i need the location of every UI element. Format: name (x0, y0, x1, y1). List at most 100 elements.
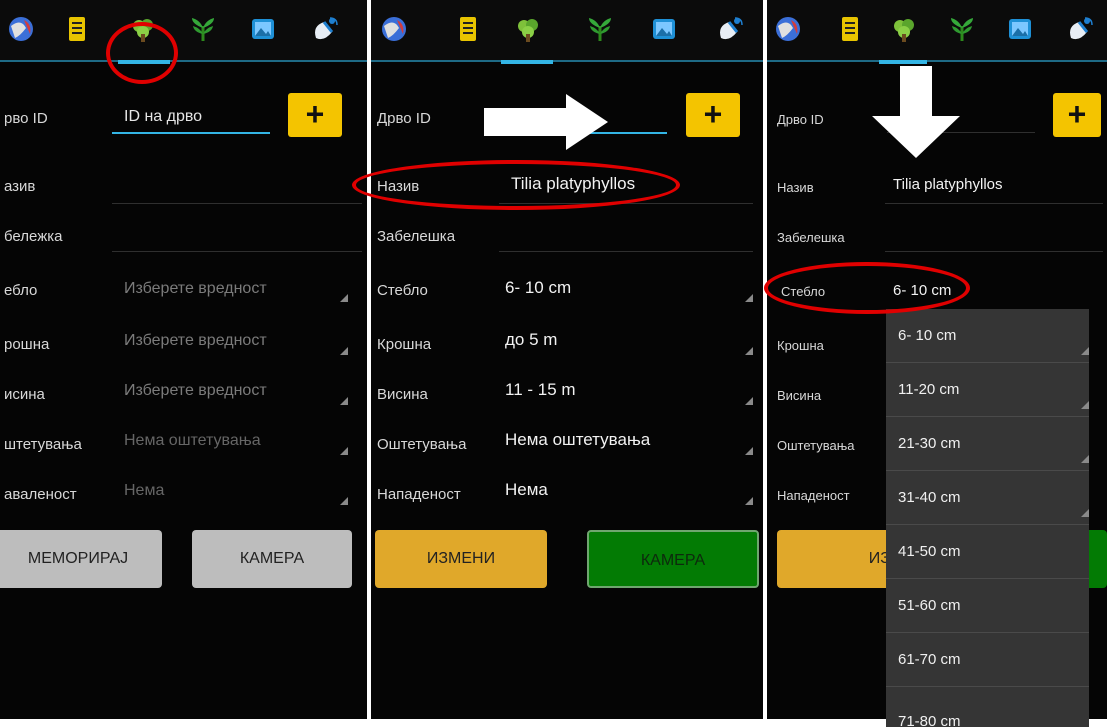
tab-bar-divider (371, 60, 763, 62)
edit-button[interactable]: ИЗМЕНИ (375, 530, 547, 588)
label-crown: рошна (4, 336, 50, 353)
label-note: Забелешка (377, 228, 456, 245)
dropdown-option[interactable]: 31-40 cm (886, 471, 1089, 525)
notes-icon[interactable] (62, 14, 92, 44)
globe-icon[interactable] (6, 14, 36, 44)
arrow-right-icon (484, 94, 608, 150)
dropdown-option[interactable]: 11-20 cm (886, 363, 1089, 417)
label-damage: штетувања (4, 436, 82, 453)
label-height: Висина (777, 388, 822, 403)
add-tree-button[interactable]: + (686, 93, 740, 137)
tree-id-input-underline (112, 132, 270, 134)
image-icon[interactable] (248, 14, 278, 44)
crown-select-caret (340, 347, 348, 355)
dropdown-caret (1081, 455, 1089, 463)
height-select-caret (745, 397, 753, 405)
dropdown-option[interactable]: 71-80 cm (886, 687, 1089, 727)
note-input-underline (885, 251, 1103, 252)
crown-select[interactable]: Изберете вредност (124, 332, 267, 350)
label-infestation: Нападеност (777, 488, 850, 503)
save-button[interactable]: МЕМОРИРАЈ (0, 530, 162, 588)
globe-icon[interactable] (773, 14, 803, 44)
trunk-select-caret (340, 294, 348, 302)
option-label: 61-70 cm (898, 651, 961, 668)
plant-icon[interactable] (188, 14, 218, 44)
dropdown-option[interactable]: 51-60 cm (886, 579, 1089, 633)
panel-new-tree: рво ID ID на дрво + азив бележка ебло Из… (0, 0, 367, 719)
active-tab-indicator (501, 60, 553, 64)
dropdown-option[interactable]: 6- 10 cm (886, 309, 1089, 363)
tree-id-input[interactable]: ID на дрво (124, 108, 202, 126)
crown-select[interactable]: до 5 m (505, 330, 557, 350)
dropdown-caret (1081, 509, 1089, 517)
satellite-icon[interactable] (715, 14, 745, 44)
add-tree-button[interactable]: + (288, 93, 342, 137)
name-input-underline (885, 203, 1103, 204)
infestation-select-caret (340, 497, 348, 505)
image-icon[interactable] (1005, 14, 1035, 44)
tab-bar (767, 0, 1107, 62)
label-note: бележка (4, 228, 63, 245)
damage-select[interactable]: Нема оштетувања (505, 430, 650, 450)
option-label: 21-30 cm (898, 435, 961, 452)
trunk-select[interactable]: 6- 10 cm (505, 278, 571, 298)
label-name: Назив (777, 180, 814, 195)
damage-select-caret (340, 447, 348, 455)
option-label: 11-20 cm (898, 381, 960, 398)
camera-button[interactable]: КАМЕРА (192, 530, 352, 588)
camera-button[interactable]: КАМЕРА (587, 530, 759, 588)
active-tab-indicator (879, 60, 927, 64)
crown-select-caret (745, 347, 753, 355)
highlight-ellipse-tab (106, 22, 178, 84)
height-select[interactable]: Изберете вредност (124, 382, 267, 400)
tree-leaf-icon[interactable] (889, 14, 919, 44)
satellite-icon[interactable] (1065, 14, 1095, 44)
trunk-select-caret (745, 294, 753, 302)
height-select[interactable]: 11 - 15 m (505, 380, 576, 400)
trunk-select[interactable]: Изберете вредност (124, 280, 267, 298)
label-infestation: аваленост (4, 486, 77, 503)
infestation-select[interactable]: Нема (124, 482, 164, 500)
damage-select-caret (745, 447, 753, 455)
name-input[interactable]: Tilia platyphyllos (893, 176, 1003, 193)
option-label: 41-50 cm (898, 543, 961, 560)
note-input-underline (112, 251, 362, 252)
label-crown: Крошна (777, 338, 824, 353)
option-label: 71-80 cm (898, 713, 961, 727)
label-crown: Крошна (377, 336, 432, 353)
name-input-underline (112, 203, 362, 204)
notes-icon[interactable] (835, 14, 865, 44)
label-name: азив (4, 178, 36, 195)
tab-bar-divider (767, 60, 1107, 62)
dropdown-caret (1081, 401, 1089, 409)
option-label: 6- 10 cm (898, 327, 957, 344)
highlight-ellipse-trunk (764, 262, 970, 314)
damage-select[interactable]: Нема оштетувања (124, 432, 261, 450)
label-height: Висина (377, 386, 428, 403)
label-tree-id: Дрво ID (377, 110, 431, 127)
label-trunk: ебло (4, 282, 38, 299)
note-input-underline (499, 251, 753, 252)
label-tree-id: рво ID (4, 110, 48, 127)
image-icon[interactable] (649, 14, 679, 44)
highlight-ellipse-name (352, 160, 680, 210)
tab-bar (371, 0, 763, 62)
option-label: 31-40 cm (898, 489, 961, 506)
globe-icon[interactable] (379, 14, 409, 44)
notes-icon[interactable] (453, 14, 483, 44)
label-damage: Оштетувања (377, 436, 467, 453)
height-select-caret (340, 397, 348, 405)
dropdown-option[interactable]: 21-30 cm (886, 417, 1089, 471)
dropdown-option[interactable]: 61-70 cm (886, 633, 1089, 687)
label-tree-id: Дрво ID (777, 112, 824, 127)
label-note: Забелешка (777, 230, 845, 245)
plant-icon[interactable] (947, 14, 977, 44)
option-label: 51-60 cm (898, 597, 961, 614)
label-infestation: Нападеност (377, 486, 461, 503)
tree-leaf-icon[interactable] (513, 14, 543, 44)
plant-icon[interactable] (585, 14, 615, 44)
dropdown-option[interactable]: 41-50 cm (886, 525, 1089, 579)
add-tree-button[interactable]: + (1053, 93, 1101, 137)
infestation-select[interactable]: Нема (505, 480, 548, 500)
satellite-icon[interactable] (310, 14, 340, 44)
